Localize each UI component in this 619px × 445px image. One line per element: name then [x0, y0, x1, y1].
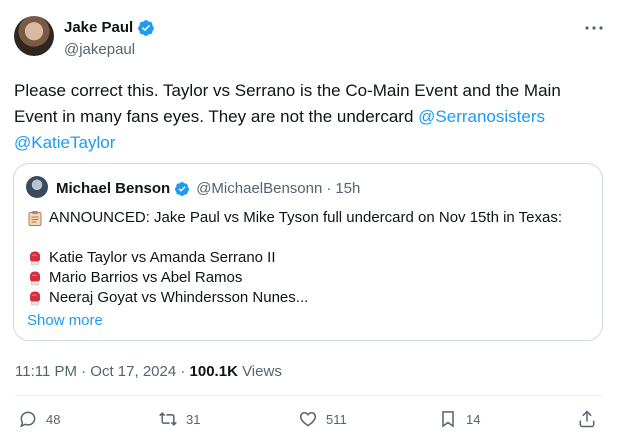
author-handle[interactable]: @jakepaul	[64, 41, 135, 59]
author-avatar[interactable]	[14, 16, 54, 56]
quoted-fight-line-1: Katie Taylor vs Amanda Serrano II	[27, 248, 276, 268]
author-name-text: Jake Paul	[64, 19, 134, 36]
post-text: Please correct this. Taylor vs Serrano i…	[14, 78, 604, 156]
repost-button[interactable]: 31	[158, 409, 200, 429]
quoted-fight-text-3: Neeraj Goyat vs Whindersson Nunes...	[49, 289, 309, 306]
views-count: 100.1K	[189, 363, 238, 380]
like-count: 511	[326, 411, 347, 427]
reply-icon	[20, 411, 36, 428]
more-options-icon[interactable]	[582, 18, 606, 38]
verified-badge-icon	[138, 20, 155, 36]
quoted-fight-text-1: Katie Taylor vs Amanda Serrano II	[49, 249, 276, 266]
mention-katietaylor[interactable]: @KatieTaylor	[14, 133, 115, 152]
quoted-announce-text: ANNOUNCED: Jake Paul vs Mike Tyson full …	[49, 209, 563, 226]
post-timestamp[interactable]: 11:11 PM · Oct 17, 2024 ·	[15, 363, 190, 380]
reply-button[interactable]: 48	[18, 409, 60, 429]
bookmark-button[interactable]: 14	[438, 409, 480, 429]
bookmark-icon	[442, 411, 454, 428]
views-label: Views	[237, 363, 282, 380]
reply-count: 48	[46, 411, 61, 427]
repost-icon	[159, 412, 177, 426]
mention-serranosisters[interactable]: @Serranosisters	[418, 107, 545, 126]
quoted-time[interactable]: 15h	[335, 180, 360, 198]
quoted-fight-line-3: Neeraj Goyat vs Whindersson Nunes...	[27, 288, 308, 308]
like-button[interactable]: 511	[298, 409, 347, 429]
divider	[14, 395, 604, 396]
bookmark-count: 14	[466, 411, 481, 427]
quoted-author-avatar[interactable]	[26, 176, 48, 198]
share-button[interactable]	[577, 409, 597, 429]
clipboard-icon	[28, 211, 42, 226]
share-icon	[579, 410, 595, 428]
boxing-glove-icon	[30, 271, 40, 286]
quoted-fight-line-2: Mario Barrios vs Abel Ramos	[27, 268, 242, 288]
quoted-fight-text-2: Mario Barrios vs Abel Ramos	[49, 269, 243, 286]
show-more-link[interactable]: Show more	[27, 311, 103, 331]
verified-badge-icon	[175, 182, 190, 196]
quoted-announce-line: ANNOUNCED: Jake Paul vs Mike Tyson full …	[27, 208, 562, 228]
quoted-separator: ·	[326, 180, 332, 197]
boxing-glove-icon	[30, 291, 40, 306]
repost-count: 31	[186, 411, 201, 427]
quoted-author-name[interactable]: Michael Benson	[56, 180, 170, 198]
heart-icon	[299, 411, 317, 427]
boxing-glove-icon	[30, 251, 40, 266]
quoted-post-header: Michael Benson @MichaelBensonn · 15h	[56, 180, 360, 198]
post-meta: 11:11 PM · Oct 17, 2024 · 100.1K Views	[15, 362, 282, 382]
author-name[interactable]: Jake Paul	[64, 19, 155, 37]
quoted-author-handle[interactable]: @MichaelBensonn	[196, 180, 322, 198]
